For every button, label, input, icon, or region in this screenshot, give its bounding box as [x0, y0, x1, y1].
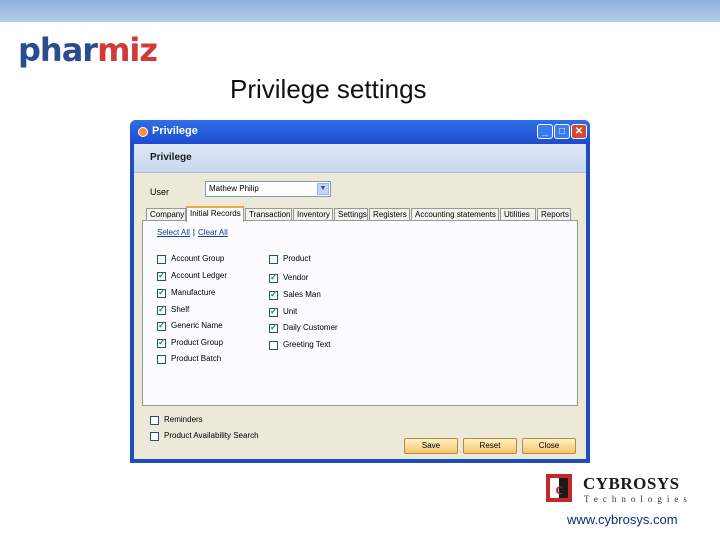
- checkbox-label: Account Ledger: [171, 271, 228, 280]
- top-banner: [0, 0, 720, 22]
- checkbox-box[interactable]: [269, 322, 278, 333]
- close-button[interactable]: Close: [522, 438, 576, 454]
- logo-text-part1: phar: [18, 31, 98, 69]
- user-dropdown[interactable]: Mathew Philip ▼: [205, 181, 331, 197]
- checkbox-box[interactable]: [269, 306, 278, 317]
- close-window-button[interactable]: ✕: [571, 124, 587, 139]
- select-links: Select All | Clear All: [157, 228, 228, 237]
- tab-strip: Company Initial Records Transaction Inve…: [146, 206, 578, 222]
- section-header: Privilege: [150, 152, 192, 163]
- checkbox-box[interactable]: [157, 270, 166, 281]
- logo-text-part2: miz: [97, 31, 158, 69]
- user-label: User: [150, 187, 170, 197]
- checkbox-label: Unit: [283, 307, 298, 316]
- checkbox-box[interactable]: [157, 255, 166, 264]
- select-all-link[interactable]: Select All: [157, 228, 190, 237]
- header-band: Privilege: [134, 144, 586, 173]
- user-dropdown-value: Mathew Philip: [209, 184, 259, 193]
- checkbox-label: Shelf: [171, 305, 190, 314]
- checkbox-box[interactable]: [269, 272, 278, 283]
- window-client-area: Privilege User Mathew Philip ▼ Company I…: [134, 144, 586, 459]
- window-titlebar[interactable]: Privilege _ □ ✕: [130, 120, 590, 144]
- checkbox-label: Manufacture: [171, 288, 216, 297]
- checkbox-box[interactable]: [269, 255, 278, 264]
- chevron-down-icon[interactable]: ▼: [317, 183, 329, 195]
- link-separator: |: [192, 228, 195, 237]
- checkbox-box[interactable]: [269, 289, 278, 300]
- slide-title: Privilege settings: [230, 74, 427, 104]
- pharmiz-logo: pharmiz: [18, 30, 158, 70]
- checkbox-label: Product: [283, 254, 311, 263]
- checkbox-box[interactable]: [157, 287, 166, 298]
- initial-records-panel: Select All|Clear All Account Group Accou…: [142, 220, 578, 406]
- app-icon: [138, 127, 148, 137]
- checkbox-box[interactable]: [150, 432, 159, 441]
- checkbox-box[interactable]: [150, 416, 159, 425]
- checkbox-label: Account Group: [171, 254, 225, 263]
- checkbox-label: Daily Customer: [283, 323, 338, 332]
- checkbox-label: Product Availability Search: [164, 431, 259, 440]
- checkbox-box[interactable]: [157, 337, 166, 348]
- cybrosys-tagline: Technologies: [584, 494, 692, 504]
- cybrosys-name: CYBROSYS: [583, 474, 680, 493]
- save-button[interactable]: Save: [404, 438, 458, 454]
- checkbox-label: Generic Name: [171, 321, 223, 330]
- checkbox-label: Vendor: [283, 273, 309, 282]
- checkbox-box[interactable]: [157, 355, 166, 364]
- svg-text:c: c: [555, 481, 562, 498]
- window-title: Privilege: [152, 125, 198, 137]
- privilege-window: Privilege _ □ ✕ Privilege User Mathew Ph…: [130, 120, 590, 463]
- clear-all-link[interactable]: Clear All: [198, 228, 228, 237]
- checkbox-label: Product Group: [171, 338, 224, 347]
- minimize-button[interactable]: _: [537, 124, 553, 139]
- cybrosys-url[interactable]: www.cybrosys.com: [567, 512, 678, 527]
- checkbox-box[interactable]: [157, 320, 166, 331]
- reset-button[interactable]: Reset: [463, 438, 517, 454]
- checkbox-label: Sales Man: [283, 290, 321, 299]
- checkbox-label: Reminders: [164, 415, 203, 424]
- checkbox-box[interactable]: [157, 304, 166, 315]
- cybrosys-logo-icon: c: [546, 474, 572, 502]
- tab-initial-records[interactable]: Initial Records: [186, 206, 244, 222]
- checkbox-label: Product Batch: [171, 354, 222, 363]
- maximize-button[interactable]: □: [554, 124, 570, 139]
- checkbox-box[interactable]: [269, 341, 278, 350]
- checkbox-label: Greeting Text: [283, 340, 331, 349]
